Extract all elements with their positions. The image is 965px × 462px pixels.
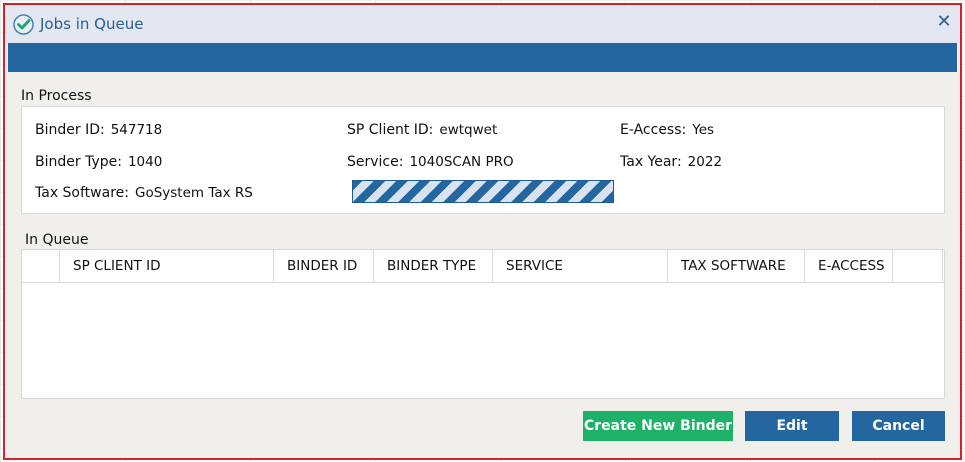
dialog-title: Jobs in Queue — [40, 15, 144, 33]
dialog-titlebar: Jobs in Queue ✕ — [5, 5, 960, 43]
e-access-value: Yes — [692, 122, 715, 138]
column-header-actions[interactable] — [893, 250, 943, 282]
cancel-button[interactable]: Cancel — [852, 411, 945, 441]
tax-software-value: GoSystem Tax RS — [134, 185, 253, 201]
column-header-tax-software[interactable]: TAX SOFTWARE — [668, 250, 805, 282]
binder-id-field: Binder ID: 547718 — [35, 122, 162, 138]
e-access-label: E-Access: — [620, 122, 687, 138]
binder-type-value: 1040 — [127, 154, 163, 170]
column-header-service[interactable]: SERVICE — [493, 250, 668, 282]
header-bar — [8, 43, 957, 72]
column-header-sp-client-id[interactable]: SP CLIENT ID — [60, 250, 274, 282]
service-value: 1040SCAN PRO — [409, 154, 514, 170]
processing-progress-bar — [352, 180, 614, 203]
tax-year-label: Tax Year: — [620, 154, 682, 170]
binder-type-label: Binder Type: — [35, 154, 122, 170]
tax-year-field: Tax Year: 2022 — [620, 154, 722, 170]
checkmark-badge-icon — [13, 14, 34, 35]
jobs-in-queue-dialog: Jobs in Queue ✕ In Process Binder ID: 547… — [3, 3, 962, 460]
tax-software-field: Tax Software: GoSystem Tax RS — [35, 185, 253, 201]
binder-type-field: Binder Type: 1040 — [35, 154, 162, 170]
sp-client-id-field: SP Client ID: ewtqwet — [347, 122, 497, 138]
column-header-e-access[interactable]: E-ACCESS — [805, 250, 893, 282]
column-header-binder-type[interactable]: BINDER TYPE — [374, 250, 493, 282]
in-queue-table: SP CLIENT ID BINDER ID BINDER TYPE SERVI… — [21, 249, 945, 399]
binder-id-label: Binder ID: — [35, 122, 105, 138]
column-header-binder-id[interactable]: BINDER ID — [274, 250, 374, 282]
service-label: Service: — [347, 154, 404, 170]
tax-year-value: 2022 — [687, 154, 723, 170]
create-new-binder-button[interactable]: Create New Binder — [583, 411, 733, 441]
column-header-select[interactable] — [22, 250, 60, 282]
table-body — [22, 283, 944, 398]
tax-software-label: Tax Software: — [35, 185, 129, 201]
e-access-field: E-Access: Yes — [620, 122, 714, 138]
sp-client-id-label: SP Client ID: — [347, 122, 434, 138]
in-process-label: In Process — [21, 88, 92, 104]
in-process-panel: Binder ID: 547718 SP Client ID: ewtqwet E-… — [21, 106, 945, 214]
binder-id-value: 547718 — [110, 122, 163, 138]
table-header-row: SP CLIENT ID BINDER ID BINDER TYPE SERVI… — [22, 250, 944, 283]
service-field: Service: 1040SCAN PRO — [347, 154, 514, 170]
close-icon[interactable]: ✕ — [934, 12, 954, 32]
sp-client-id-value: ewtqwet — [439, 122, 498, 138]
edit-button[interactable]: Edit — [745, 411, 839, 441]
in-queue-label: In Queue — [25, 232, 89, 248]
